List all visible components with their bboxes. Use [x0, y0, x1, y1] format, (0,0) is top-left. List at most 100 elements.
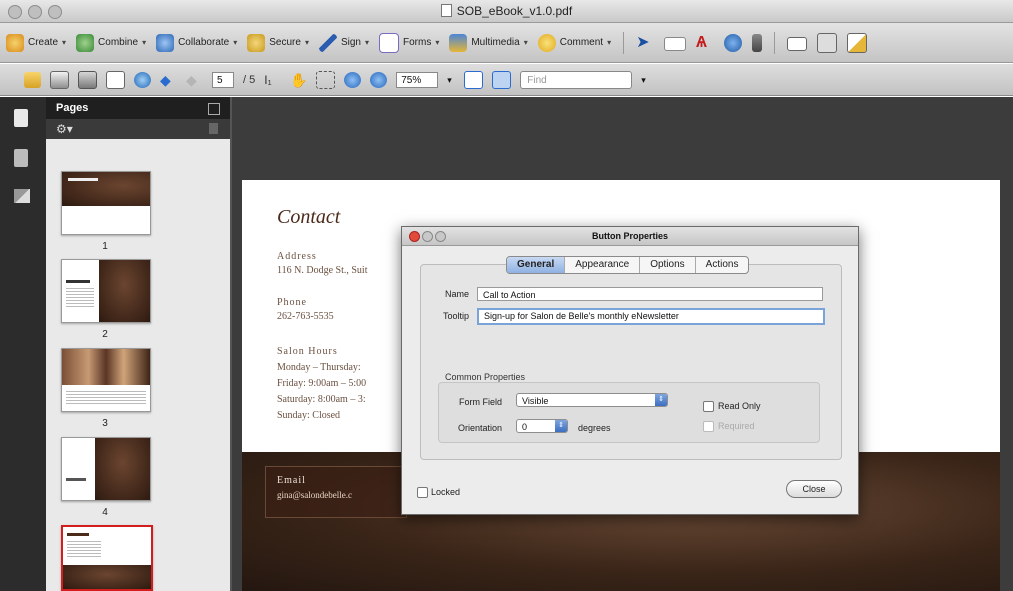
- create-button[interactable]: Create ▾: [6, 33, 67, 52]
- next-page-icon[interactable]: ◆: [186, 72, 203, 88]
- text-select-icon[interactable]: I₁: [264, 72, 281, 88]
- page-number-label: 2: [102, 329, 108, 340]
- window-title: SOB_eBook_v1.0.pdf: [0, 4, 1013, 18]
- dialog-title: Button Properties: [591, 231, 668, 241]
- find-dropdown-icon[interactable]: ▾: [641, 72, 649, 88]
- secure-button[interactable]: Secure ▾: [247, 33, 309, 52]
- tab-actions[interactable]: Actions: [696, 257, 749, 273]
- pages-panel-icon[interactable]: [14, 109, 28, 127]
- orientation-select[interactable]: 0 ⇕: [516, 419, 568, 433]
- page-number-label: 1: [102, 241, 108, 252]
- page-number-label: 4: [102, 507, 108, 518]
- zoom-dropdown-icon[interactable]: ▾: [447, 72, 455, 88]
- open-folder-icon[interactable]: [24, 71, 41, 88]
- combine-icon: [76, 33, 95, 52]
- form-field-tool-icon[interactable]: [787, 37, 808, 51]
- dialog-close-button[interactable]: [409, 231, 420, 242]
- required-checkbox[interactable]: [703, 421, 714, 432]
- page-options-icon[interactable]: ⚙▾: [56, 122, 73, 136]
- dialog-zoom-button[interactable]: [435, 231, 446, 242]
- orientation-label: Orientation: [457, 423, 502, 433]
- email-label: Email: [277, 475, 306, 486]
- find-input[interactable]: Find: [520, 70, 633, 89]
- page-number-label: 3: [102, 418, 108, 429]
- locked-label: Locked: [431, 487, 461, 497]
- fit-width-icon[interactable]: [464, 70, 484, 89]
- address-value: 116 N. Dodge St., Suit: [277, 265, 368, 276]
- page-thumbnail-1[interactable]: [61, 171, 151, 235]
- delete-page-icon[interactable]: [209, 123, 218, 134]
- tab-general[interactable]: General: [507, 257, 566, 273]
- email-icon[interactable]: [106, 70, 125, 89]
- lock-icon: [247, 33, 266, 52]
- form-field-select[interactable]: Visible ⇕: [516, 393, 668, 407]
- salon-hours-label: Salon Hours: [277, 346, 338, 357]
- button-tool-icon[interactable]: [817, 32, 838, 53]
- common-properties-title: Common Properties: [445, 372, 526, 382]
- page-thumbnail-2[interactable]: [61, 259, 151, 323]
- select-tool-icon[interactable]: ➤: [636, 34, 654, 52]
- print-icon[interactable]: [50, 70, 69, 89]
- read-only-checkbox[interactable]: [703, 401, 714, 412]
- dropdown-arrow-icon: ▾: [62, 38, 67, 47]
- share-tool-icon[interactable]: [724, 33, 743, 52]
- forms-button[interactable]: Forms ▾: [378, 32, 440, 53]
- save-icon[interactable]: [78, 70, 97, 89]
- sign-button[interactable]: Sign ▾: [318, 33, 369, 52]
- signatures-panel-icon[interactable]: [14, 189, 30, 203]
- tasks-toolbar: Create ▾ Combine ▾ Collaborate ▾ Secure ▾ Si…: [0, 23, 1013, 63]
- navigation-toolbar: ◆ ◆ 5 / 5 I₁ ✋ 75% ▾ Find ▾: [0, 64, 1013, 96]
- form-field-label: Form Field: [458, 397, 502, 407]
- page-thumbnail-4[interactable]: [61, 437, 151, 501]
- required-label: Required: [718, 421, 755, 431]
- tooltip-label: Tooltip: [442, 311, 469, 321]
- close-button[interactable]: Close: [786, 480, 842, 498]
- text-field-tool-icon[interactable]: [664, 37, 687, 51]
- marquee-zoom-icon[interactable]: [316, 70, 336, 89]
- dialog-minimize-button[interactable]: [422, 231, 433, 242]
- acrobat-tool-icon[interactable]: Ѧ: [696, 34, 714, 52]
- combine-button[interactable]: Combine ▾: [76, 33, 147, 52]
- locked-checkbox[interactable]: [417, 487, 428, 498]
- zoom-level-input[interactable]: 75%: [396, 71, 439, 88]
- panel-options-icon[interactable]: [208, 103, 220, 115]
- edit-form-tool-icon[interactable]: [847, 32, 868, 53]
- navigation-pane-strip: [0, 97, 46, 591]
- email-value: gina@salondebelle.c: [277, 490, 353, 500]
- comment-icon: [537, 33, 556, 52]
- tab-options[interactable]: Options: [640, 257, 696, 273]
- globe-icon[interactable]: [134, 71, 151, 88]
- hours-line: Sunday: Closed: [277, 410, 341, 421]
- page-total: / 5: [243, 73, 256, 86]
- fit-page-icon[interactable]: [492, 70, 512, 89]
- common-properties-group: [438, 382, 820, 443]
- phone-label: Phone: [277, 297, 307, 308]
- page-thumbnail-5[interactable]: [61, 525, 153, 591]
- create-icon: [6, 33, 24, 52]
- pdf-document-icon: [440, 4, 452, 17]
- comment-button[interactable]: Comment ▾: [537, 33, 611, 52]
- zoom-out-icon[interactable]: [344, 71, 362, 88]
- dropdown-arrow-icon: ▾: [142, 38, 147, 47]
- toolbar-divider: [774, 31, 776, 54]
- attachments-panel-icon[interactable]: [14, 149, 28, 167]
- pages-panel-toolbar: ⚙▾: [46, 119, 230, 139]
- tooltip-input[interactable]: Sign-up for Salon de Belle's monthly eNe…: [477, 308, 825, 325]
- tab-appearance[interactable]: Appearance: [565, 257, 641, 273]
- multimedia-button[interactable]: Multimedia ▾: [449, 33, 528, 52]
- dropdown-arrow-icon: ▾: [435, 38, 440, 47]
- address-label: Address: [277, 251, 317, 262]
- page-thumbnail-3[interactable]: [61, 348, 151, 412]
- window-title-bar: SOB_eBook_v1.0.pdf: [0, 0, 1013, 23]
- page-number-input[interactable]: 5: [212, 71, 234, 88]
- hours-line: Saturday: 8:00am – 3:: [277, 394, 366, 405]
- name-input[interactable]: Call to Action: [477, 287, 823, 301]
- previous-page-icon[interactable]: ◆: [160, 72, 177, 88]
- collaborate-button[interactable]: Collaborate ▾: [156, 33, 237, 52]
- attach-tool-icon[interactable]: [752, 33, 763, 52]
- zoom-in-icon[interactable]: [370, 71, 388, 88]
- hand-tool-icon[interactable]: ✋: [290, 72, 307, 88]
- dropdown-arrow-icon: ▾: [364, 38, 369, 47]
- hours-line: Friday: 9:00am – 5:00: [277, 378, 367, 389]
- collaborate-icon: [156, 33, 175, 52]
